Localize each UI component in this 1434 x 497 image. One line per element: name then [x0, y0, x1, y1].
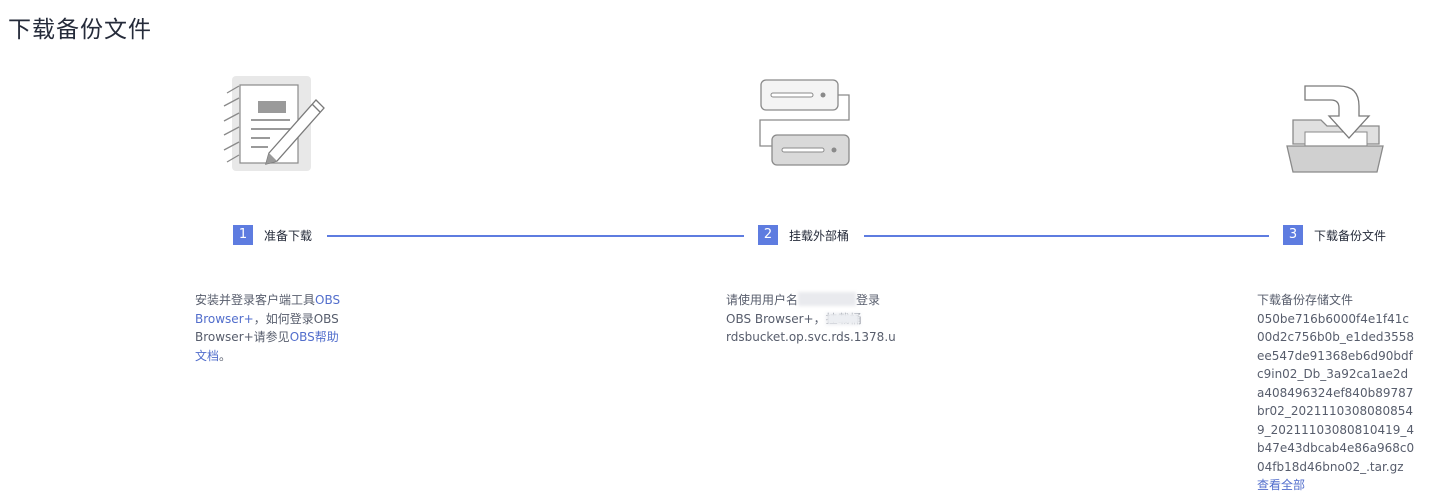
- step-label: 准备下载: [264, 228, 313, 243]
- step3-description: 下载备份存储文件 050be716b6000f4e1f41c00d2c756b0…: [1257, 291, 1415, 495]
- document-edit-icon: [220, 73, 332, 173]
- step2-line: OBS Browser+，挂载桶: [726, 310, 896, 329]
- step-label: 下载备份文件: [1314, 228, 1387, 243]
- folder-download-icon: [1283, 82, 1387, 174]
- masked-username: [798, 292, 857, 306]
- page-title: 下载备份文件: [8, 17, 152, 43]
- step1-text: 安装并登录客户端工具: [195, 293, 316, 307]
- step1-text: 。: [219, 348, 232, 363]
- step2-line: 请使用用户名 登录: [726, 291, 896, 310]
- backup-filename: 050be716b6000f4e1f41c00d2c756b0b_e1ded35…: [1257, 311, 1415, 474]
- step2-text: 请使用用户名: [726, 293, 799, 307]
- step2-description: 请使用用户名 登录 OBS Browser+，挂载桶 rdsbucket.op.s…: [726, 291, 896, 347]
- download-backup-page: 下载备份文件 1 准备下载 2 挂载外部桶 3 下载备份文件 安装并登录客户端工…: [0, 0, 1434, 497]
- step-number: 2: [758, 225, 778, 245]
- step2-text: 登录: [856, 293, 881, 307]
- step-number: 3: [1283, 225, 1303, 245]
- step-connector: [327, 235, 744, 237]
- step-prepare-download: 1 准备下载: [233, 225, 312, 245]
- masked-text: [825, 312, 860, 325]
- storage-bucket-icon: [758, 78, 854, 170]
- step-mount-bucket: 2 挂载外部桶: [758, 225, 849, 245]
- step-connector: [864, 235, 1269, 237]
- step-label: 挂载外部桶: [789, 228, 850, 243]
- step-number: 1: [233, 225, 253, 245]
- view-all-link[interactable]: 查看全部: [1257, 476, 1415, 495]
- step-download-file: 3 下载备份文件: [1283, 225, 1386, 245]
- step1-description: 安装并登录客户端工具OBS Browser+，如何登录OBS Browser+请…: [195, 291, 350, 365]
- bucket-name: rdsbucket.op.svc.rds.1378.u: [726, 330, 896, 344]
- step3-heading: 下载备份存储文件: [1257, 293, 1354, 307]
